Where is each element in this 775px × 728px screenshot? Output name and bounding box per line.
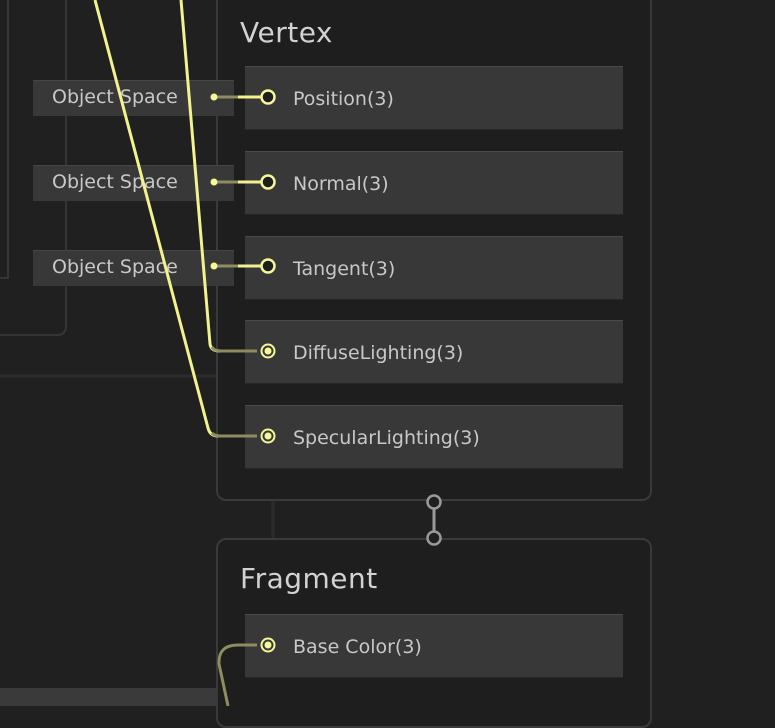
block-label: Base Color(3)	[293, 636, 422, 658]
position-space-field[interactable]: Object Space	[33, 80, 234, 116]
block-tangent[interactable]: Tangent(3)	[245, 236, 623, 300]
block-normal[interactable]: Normal(3)	[245, 151, 623, 215]
block-label: Normal(3)	[293, 173, 389, 195]
block-label: SpecularLighting(3)	[293, 427, 480, 449]
tangent-space-field[interactable]: Object Space	[33, 250, 234, 286]
block-position[interactable]: Position(3)	[245, 66, 623, 130]
block-base-color[interactable]: Base Color(3)	[245, 614, 623, 678]
block-label: Tangent(3)	[293, 258, 396, 280]
fragment-context-title: Fragment	[240, 562, 378, 595]
space-label: Object Space	[52, 256, 178, 278]
space-label: Object Space	[52, 86, 178, 108]
vertex-context-title: Vertex	[240, 16, 334, 49]
block-label: Position(3)	[293, 88, 394, 110]
space-label: Object Space	[52, 171, 178, 193]
normal-space-field[interactable]: Object Space	[33, 165, 234, 201]
bottom-panel	[0, 688, 216, 706]
block-diffuse-lighting[interactable]: DiffuseLighting(3)	[245, 320, 623, 384]
block-label: DiffuseLighting(3)	[293, 342, 464, 364]
sidebar-panel-edge	[0, 0, 9, 279]
block-specular-lighting[interactable]: SpecularLighting(3)	[245, 405, 623, 469]
